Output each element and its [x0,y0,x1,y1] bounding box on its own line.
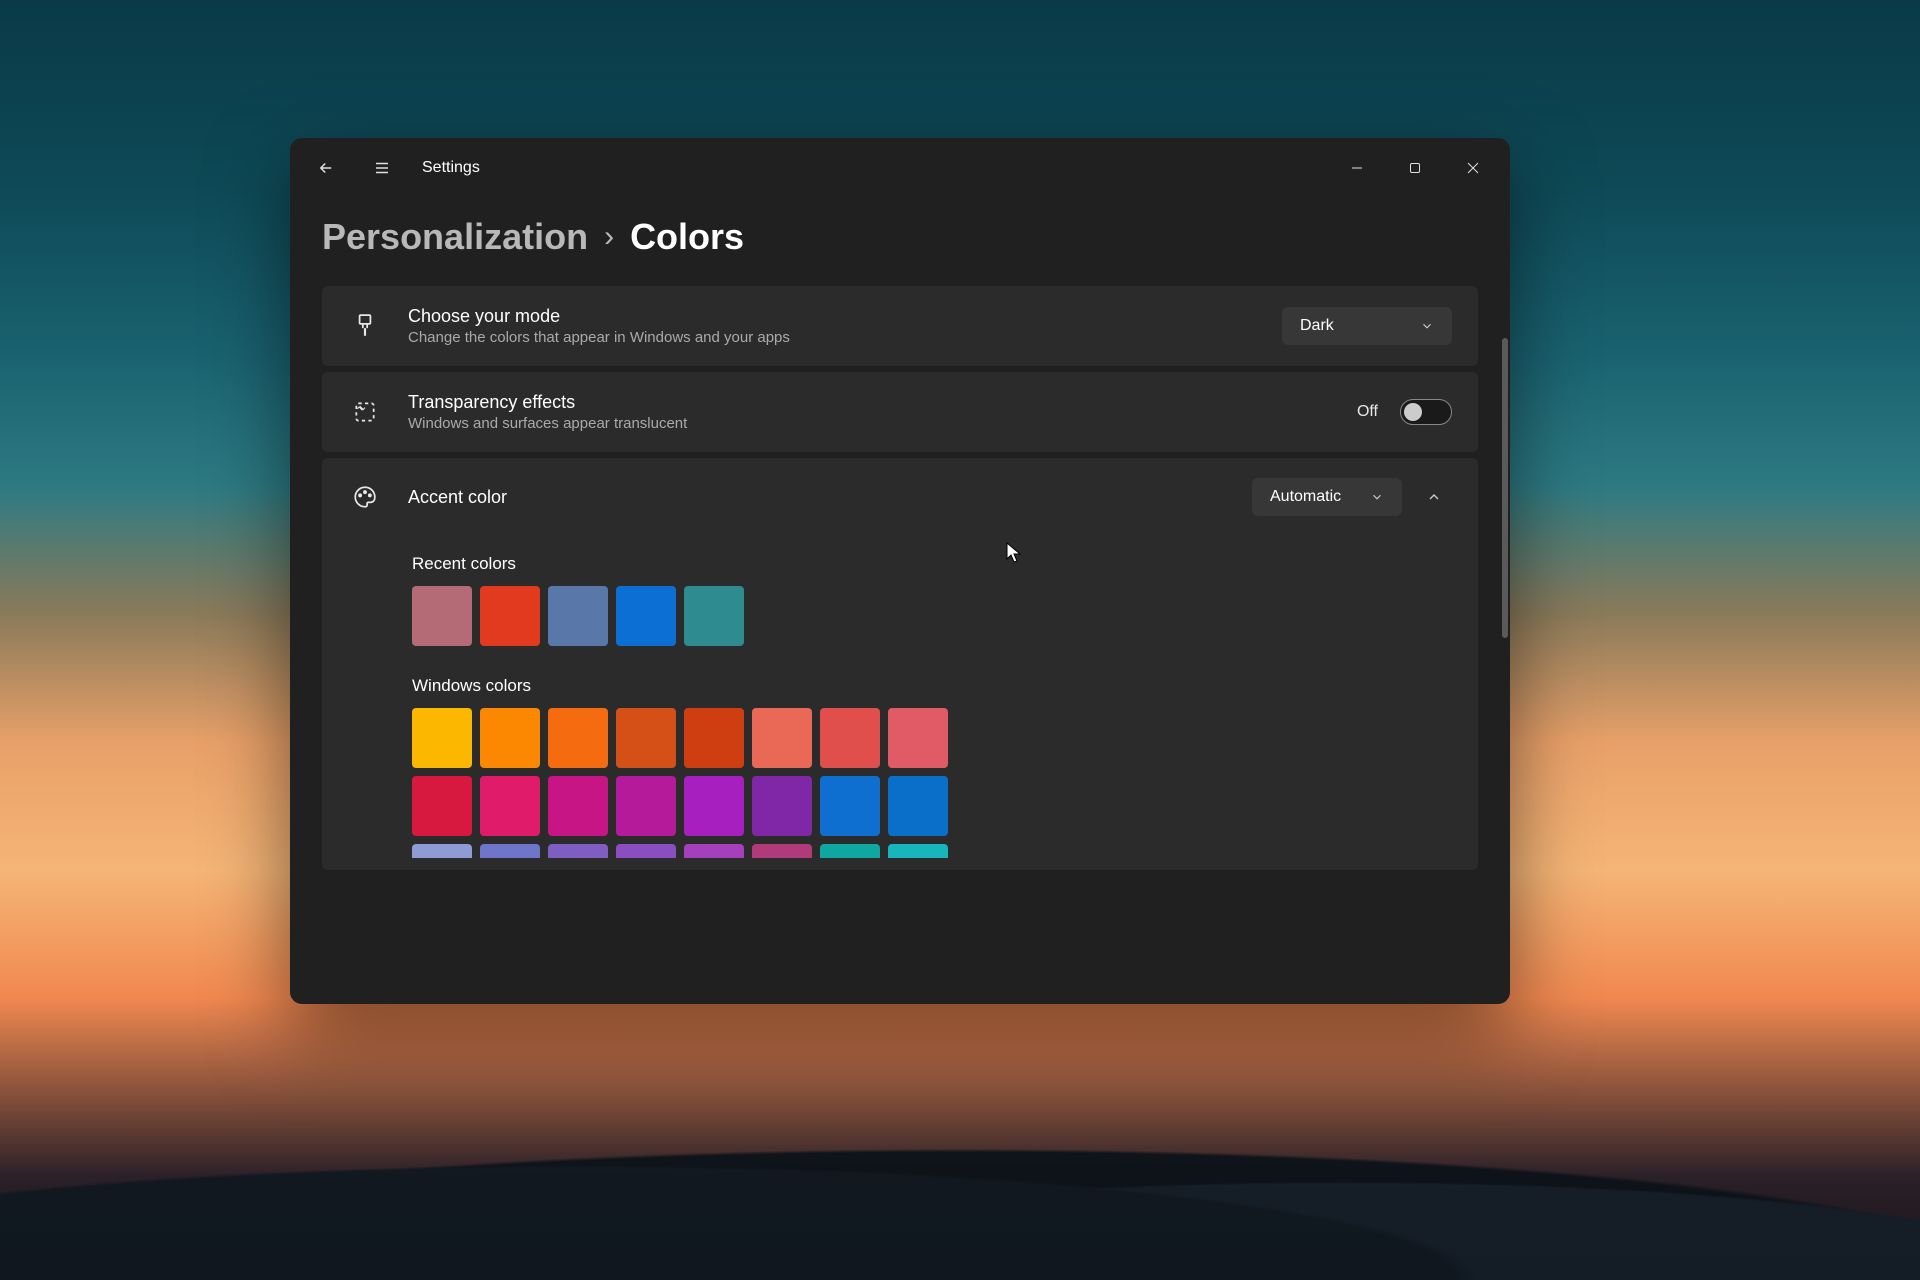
chevron-right-icon: › [604,220,614,254]
color-swatch[interactable] [548,586,608,646]
hamburger-menu-icon[interactable] [366,152,398,184]
maximize-button[interactable] [1386,147,1444,189]
color-swatch[interactable] [684,844,744,858]
accent-title: Accent color [408,487,507,508]
choose-mode-subtitle: Change the colors that appear in Windows… [408,329,790,346]
color-swatch[interactable] [888,708,948,768]
color-swatch[interactable] [616,586,676,646]
chevron-down-icon [1370,490,1384,504]
collapse-button[interactable] [1416,479,1452,515]
accent-color-card: Accent color Automatic [322,458,1478,536]
color-swatch[interactable] [888,844,948,858]
color-swatch[interactable] [548,776,608,836]
color-swatch[interactable] [548,708,608,768]
color-swatch[interactable] [752,708,812,768]
recent-colors-row [412,586,1172,646]
color-swatch[interactable] [616,776,676,836]
color-swatch[interactable] [752,844,812,858]
transparency-icon [348,399,382,425]
windows-colors-row-3 [412,844,1172,858]
color-swatch[interactable] [480,844,540,858]
back-button[interactable] [310,152,342,184]
color-swatch[interactable] [616,708,676,768]
breadcrumb-parent[interactable]: Personalization [322,216,588,258]
settings-window: Settings Personalization › Colors [290,138,1510,1004]
color-swatch[interactable] [820,776,880,836]
accent-dropdown-value: Automatic [1270,488,1341,506]
color-swatch[interactable] [412,708,472,768]
color-swatch[interactable] [412,586,472,646]
transparency-state-label: Off [1357,403,1378,421]
color-swatch[interactable] [820,844,880,858]
recent-colors-label: Recent colors [412,554,1452,574]
transparency-title: Transparency effects [408,392,687,413]
accent-panel: Recent colors Windows colors [322,536,1478,870]
windows-colors-row-2 [412,776,1172,836]
color-swatch[interactable] [684,776,744,836]
close-button[interactable] [1444,147,1502,189]
transparency-card: Transparency effects Windows and surface… [322,372,1478,452]
windows-colors-row-1 [412,708,1172,768]
content-area: Personalization › Colors Choose your mod… [290,198,1510,870]
color-swatch[interactable] [684,708,744,768]
color-swatch[interactable] [480,776,540,836]
color-swatch[interactable] [752,776,812,836]
breadcrumb-current: Colors [630,216,744,258]
toggle-knob [1404,403,1422,421]
app-title: Settings [422,159,480,177]
color-swatch[interactable] [480,708,540,768]
desktop-wallpaper-mountain [0,980,1920,1280]
mode-dropdown-value: Dark [1300,317,1334,335]
color-swatch[interactable] [820,708,880,768]
choose-mode-card: Choose your mode Change the colors that … [322,286,1478,366]
color-swatch[interactable] [412,844,472,858]
paintbrush-icon [348,313,382,339]
accent-dropdown[interactable]: Automatic [1252,478,1402,516]
breadcrumb: Personalization › Colors [322,198,1478,286]
windows-colors-label: Windows colors [412,676,1452,696]
transparency-subtitle: Windows and surfaces appear translucent [408,415,687,432]
color-swatch[interactable] [548,844,608,858]
titlebar: Settings [290,138,1510,198]
mode-dropdown[interactable]: Dark [1282,307,1452,345]
choose-mode-title: Choose your mode [408,306,790,327]
color-swatch[interactable] [480,586,540,646]
color-swatch[interactable] [684,586,744,646]
palette-icon [348,484,382,510]
minimize-button[interactable] [1328,147,1386,189]
color-swatch[interactable] [888,776,948,836]
color-swatch[interactable] [616,844,676,858]
chevron-down-icon [1420,319,1434,333]
transparency-toggle[interactable] [1400,399,1452,425]
color-swatch[interactable] [412,776,472,836]
